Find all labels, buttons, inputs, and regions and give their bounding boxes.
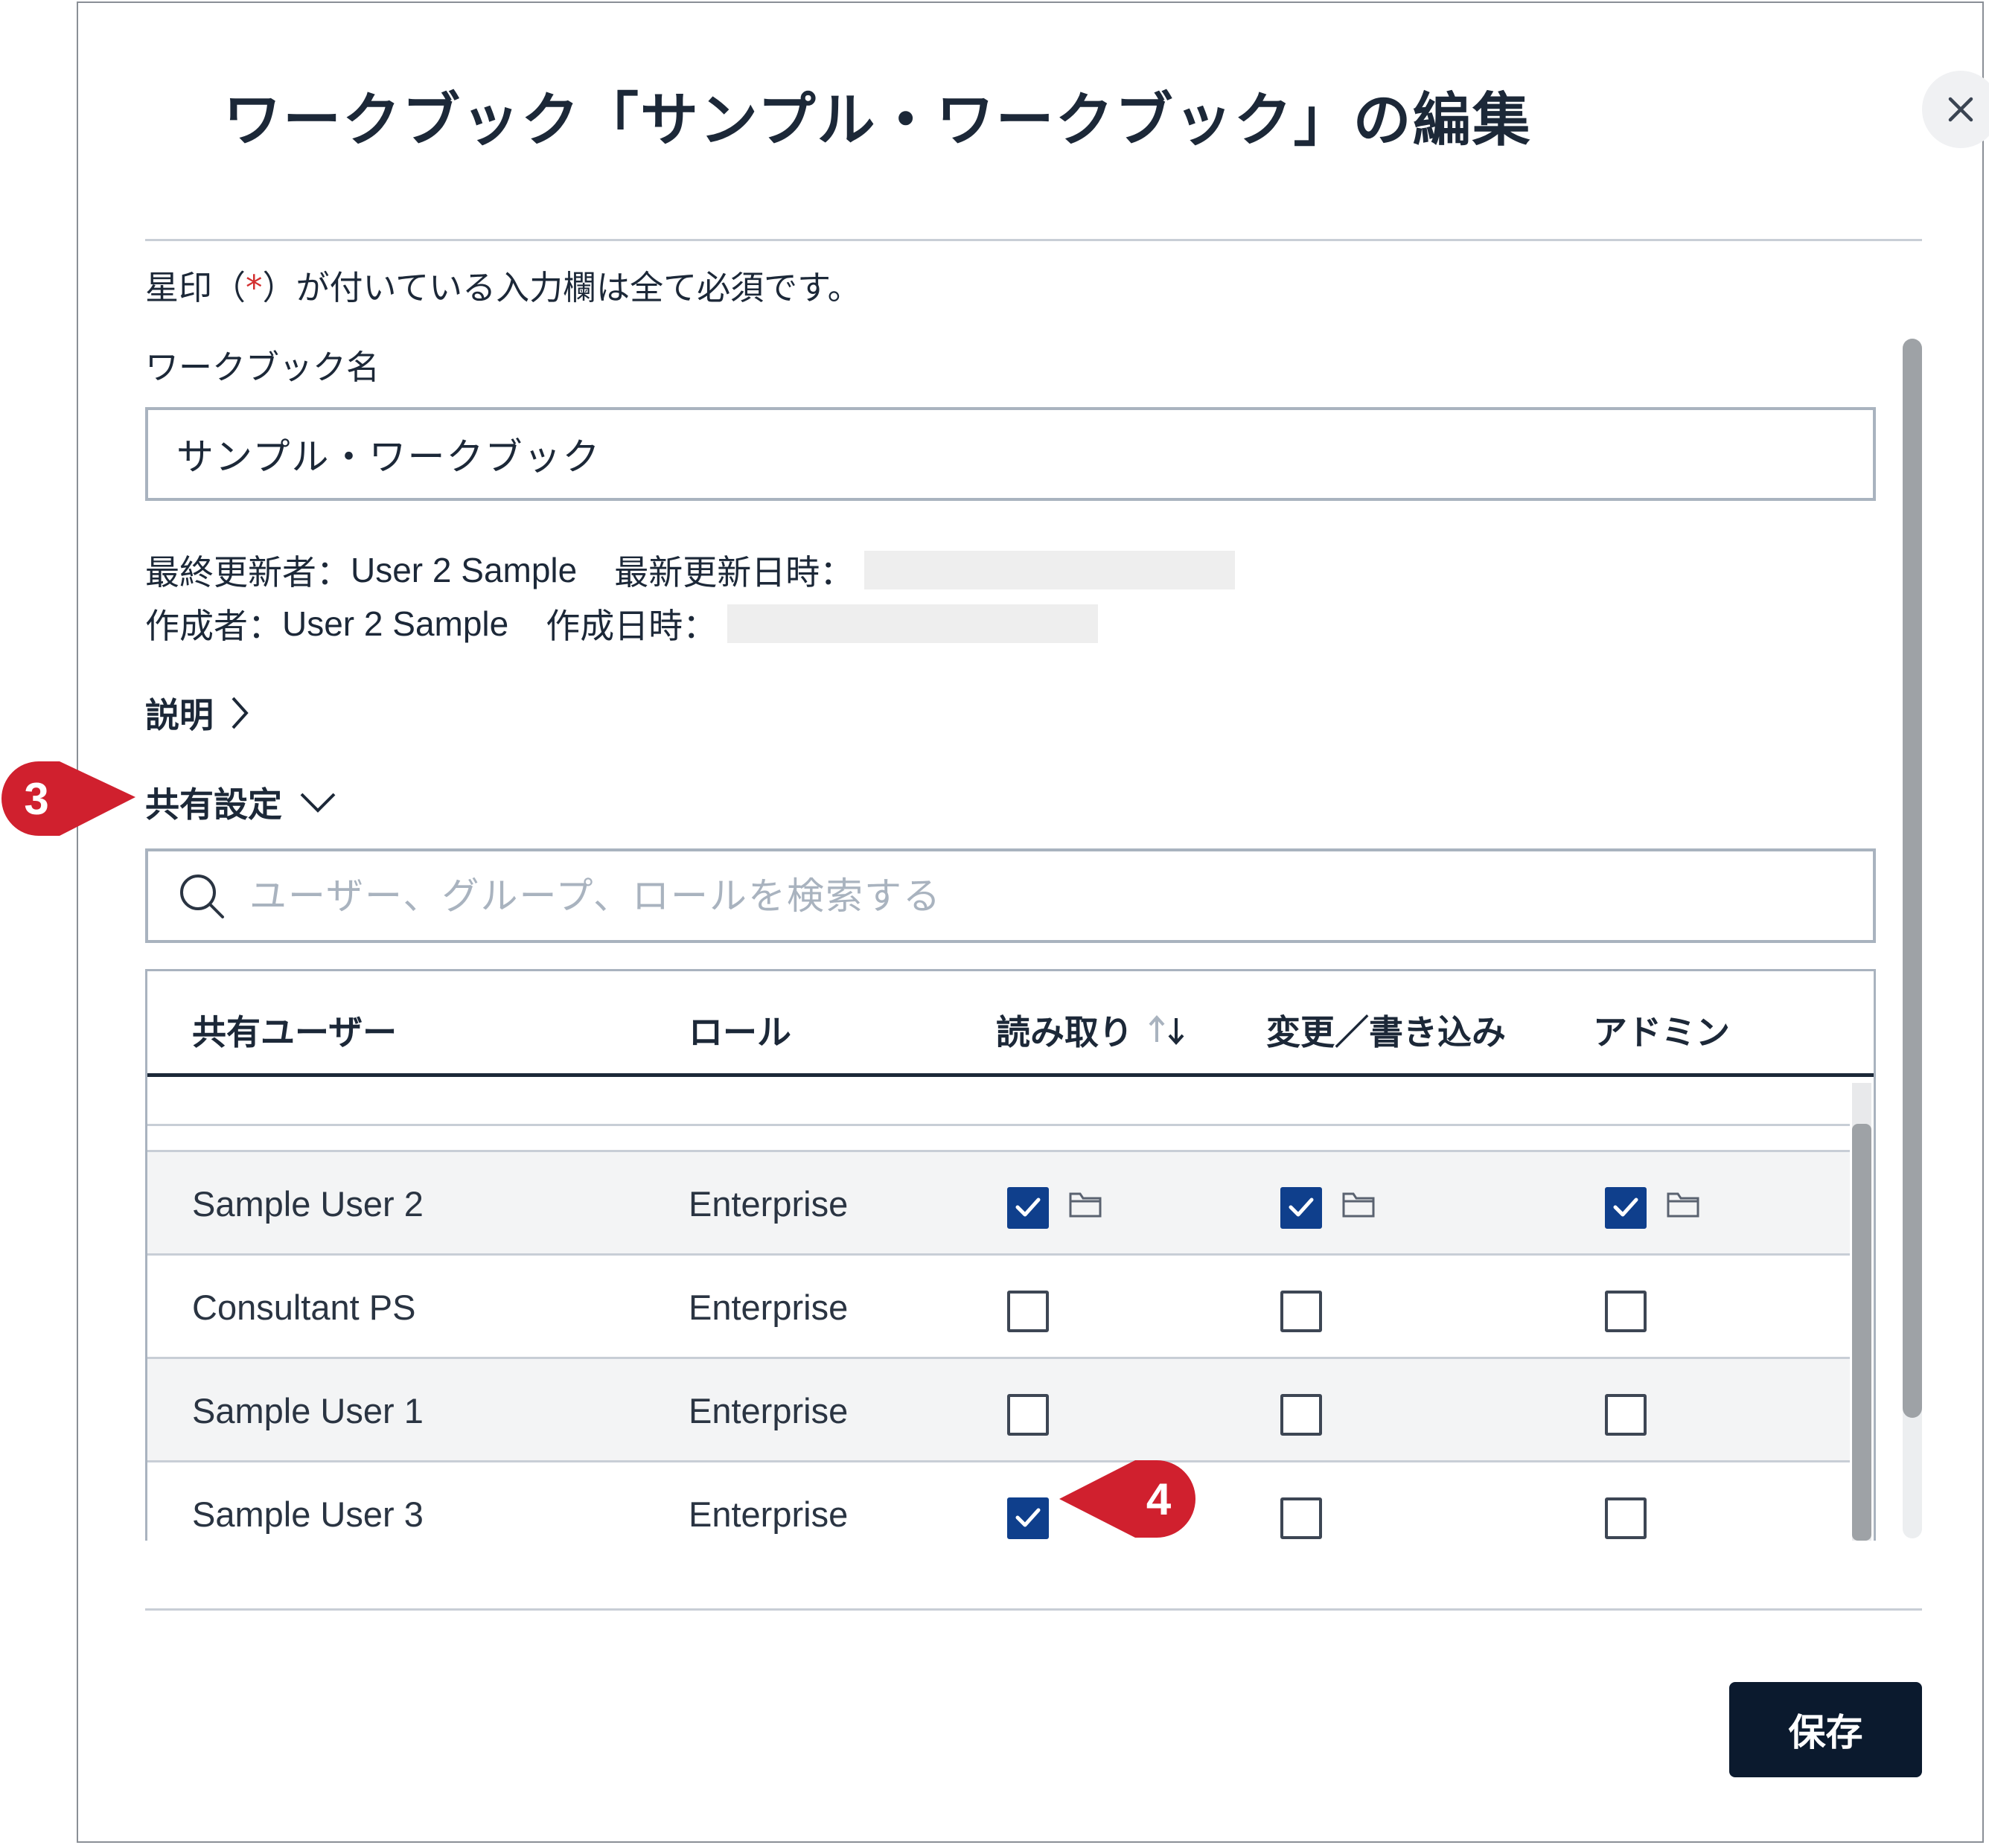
workbook-name-label: ワークブック名	[145, 348, 380, 387]
write-checkbox[interactable]	[1280, 1497, 1322, 1539]
folder-icon[interactable]	[1666, 1189, 1700, 1222]
last-updated-info: 最終更新者： User 2 Sample 最新更新日時：	[145, 546, 1236, 595]
admin-checkbox[interactable]	[1605, 1291, 1647, 1332]
redacted-updated-at	[864, 551, 1236, 589]
role-cell: Enterprise	[689, 1184, 849, 1224]
user-name-cell: Sample User 2	[192, 1184, 424, 1224]
table-scrollbar-thumb[interactable]	[1852, 1124, 1871, 1541]
dialog-title: ワークブック「サンプル・ワークブック」の編集	[223, 87, 1532, 154]
write-checkbox[interactable]	[1280, 1187, 1322, 1229]
write-checkbox[interactable]	[1280, 1394, 1322, 1436]
table-row: Sample User 1 Enterprise	[147, 1357, 1850, 1460]
dialog-scrollbar[interactable]	[1903, 339, 1922, 1538]
write-checkbox[interactable]	[1280, 1291, 1322, 1332]
dialog-scrollbar-thumb[interactable]	[1903, 339, 1922, 1418]
role-cell: Enterprise	[689, 1494, 849, 1534]
table-header: 共有ユーザー ロール 読み取り 変更／書き込み アドミン	[147, 971, 1874, 1077]
sharing-table: 共有ユーザー ロール 読み取り 変更／書き込み アドミン Sample User…	[145, 969, 1876, 1541]
last-updated-by-label: 最終更新者：	[145, 552, 351, 592]
column-role: ロール	[689, 1012, 791, 1052]
chevron-right-icon	[232, 697, 249, 729]
description-label: 説明	[145, 695, 214, 735]
callout-3: 3	[0, 760, 135, 837]
close-icon	[1948, 97, 1973, 122]
sharing-settings-toggle[interactable]: 共有設定	[145, 778, 337, 827]
last-updated-by-value: User 2 Sample	[351, 551, 578, 589]
column-admin: アドミン	[1593, 1012, 1730, 1052]
table-row: Consultant PS Enterprise	[147, 1253, 1850, 1357]
workbook-name-input[interactable]	[145, 407, 1876, 501]
chevron-down-icon	[300, 793, 336, 813]
read-checkbox[interactable]	[1007, 1394, 1049, 1436]
role-cell: Enterprise	[689, 1288, 849, 1327]
created-info: 作成者： User 2 Sample 作成日時：	[145, 599, 1099, 648]
folder-icon[interactable]	[1068, 1189, 1102, 1222]
read-checkbox[interactable]	[1007, 1291, 1049, 1332]
description-toggle[interactable]: 説明	[145, 688, 249, 738]
callout-4-number: 4	[1146, 1474, 1172, 1524]
admin-checkbox[interactable]	[1605, 1394, 1647, 1436]
sort-icon	[1149, 1015, 1184, 1045]
user-name-cell: Sample User 1	[192, 1391, 424, 1430]
sharing-settings-label: 共有設定	[145, 784, 282, 825]
redacted-created-at	[727, 604, 1099, 643]
footer-divider	[145, 1608, 1922, 1611]
header-divider	[145, 239, 1922, 241]
callout-3-number: 3	[24, 774, 49, 824]
save-button[interactable]: 保存	[1729, 1682, 1922, 1777]
column-read[interactable]: 読み取り	[996, 1005, 1188, 1055]
search-icon	[180, 874, 224, 918]
created-by-value: User 2 Sample	[282, 604, 509, 643]
read-checkbox[interactable]	[1007, 1187, 1049, 1229]
user-name-cell: Sample User 3	[192, 1494, 424, 1534]
table-row: Sample User 3 Enterprise	[147, 1460, 1850, 1541]
created-at-label: 作成日時：	[546, 606, 718, 646]
required-asterisk: *	[246, 268, 263, 307]
close-button[interactable]	[1922, 71, 1989, 148]
table-scrollbar[interactable]	[1852, 1083, 1871, 1541]
role-cell: Enterprise	[689, 1391, 849, 1430]
column-read-label: 読み取り	[996, 1012, 1133, 1052]
admin-checkbox[interactable]	[1605, 1497, 1647, 1539]
required-note: 星印（*）が付いている入力欄は全て必須です。	[145, 268, 861, 307]
read-checkbox[interactable]	[1007, 1497, 1049, 1539]
share-search-input[interactable]	[248, 873, 1873, 918]
column-user: 共有ユーザー	[192, 1012, 398, 1052]
table-row: Sample User 2 Enterprise	[147, 1150, 1850, 1253]
share-search-box[interactable]	[145, 848, 1876, 943]
last-updated-at-label: 最新更新日時：	[614, 552, 855, 592]
column-write: 変更／書き込み	[1266, 1012, 1506, 1052]
user-name-cell: Consultant PS	[192, 1288, 416, 1327]
created-by-label: 作成者：	[145, 606, 282, 646]
folder-icon[interactable]	[1341, 1189, 1376, 1222]
admin-checkbox[interactable]	[1605, 1187, 1647, 1229]
callout-4: 4	[1059, 1459, 1195, 1539]
